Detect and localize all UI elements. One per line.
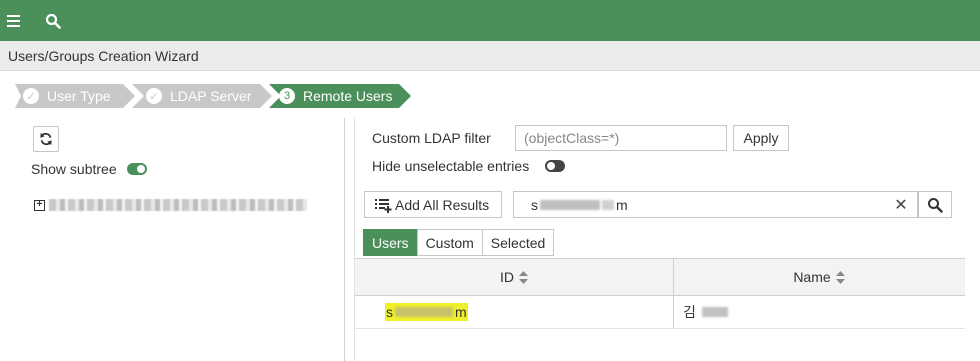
panel-divider [344, 118, 345, 361]
wizard-step-label: Remote Users [303, 88, 393, 104]
tab-selected[interactable]: Selected [481, 229, 555, 256]
ldap-filter-input[interactable]: (objectClass=*) [515, 125, 727, 151]
top-bar [0, 0, 980, 41]
page-title: Users/Groups Creation Wizard [8, 48, 199, 64]
result-tabs: Users Custom Selected [363, 229, 555, 256]
ldap-tree-root[interactable]: + [34, 197, 307, 213]
wizard-step-user-type[interactable]: ✓ User Type [15, 84, 137, 108]
wizard-step-label: LDAP Server [170, 88, 252, 104]
tab-users[interactable]: Users [363, 229, 418, 256]
tree-node-label-redacted [49, 199, 307, 211]
wizard-step-label: User Type [47, 88, 111, 104]
check-icon: ✓ [146, 88, 162, 104]
apply-button[interactable]: Apply [733, 125, 789, 151]
ldap-filter-label: Custom LDAP filter [372, 130, 491, 146]
column-header-id[interactable]: ID [355, 259, 674, 295]
add-all-results-label: Add All Results [395, 196, 490, 213]
show-subtree-toggle[interactable] [127, 163, 147, 175]
search-value: s m [531, 197, 628, 213]
search-icon[interactable] [42, 10, 64, 32]
refresh-icon [40, 132, 52, 146]
clear-icon[interactable]: ✕ [892, 196, 910, 214]
hide-unselectable-label: Hide unselectable entries [372, 158, 530, 174]
search-icon [928, 197, 943, 213]
hide-unselectable-toggle[interactable] [545, 160, 565, 172]
search-input[interactable]: s m [513, 191, 918, 218]
check-icon: ✓ [23, 88, 39, 104]
wizard-step-remote-users[interactable]: 3 Remote Users [269, 84, 413, 108]
tab-custom[interactable]: Custom [416, 229, 483, 256]
results-table: ID Name s m 김 [355, 258, 965, 329]
search-button[interactable] [918, 191, 952, 218]
wizard-steps: ✓ User Type ✓ LDAP Server 3 Remote Users [15, 84, 435, 108]
add-list-icon [374, 197, 392, 213]
refresh-button[interactable] [33, 126, 59, 152]
sort-icon [519, 270, 528, 284]
wizard-step-ldap-server[interactable]: ✓ LDAP Server [132, 84, 274, 108]
column-header-name[interactable]: Name [674, 259, 964, 295]
hamburger-menu-icon[interactable] [4, 10, 26, 32]
cell-name: 김 [674, 296, 964, 328]
show-subtree-label: Show subtree [31, 161, 117, 177]
add-all-results-button[interactable]: Add All Results [364, 191, 502, 218]
wizard-title-bar: Users/Groups Creation Wizard [0, 41, 980, 71]
step-number-badge: 3 [279, 88, 295, 104]
cell-id: s m [355, 296, 674, 328]
sort-icon [835, 270, 845, 284]
expand-icon[interactable]: + [34, 199, 45, 211]
table-row[interactable]: s m 김 [355, 296, 965, 329]
table-header: ID Name [355, 258, 965, 296]
